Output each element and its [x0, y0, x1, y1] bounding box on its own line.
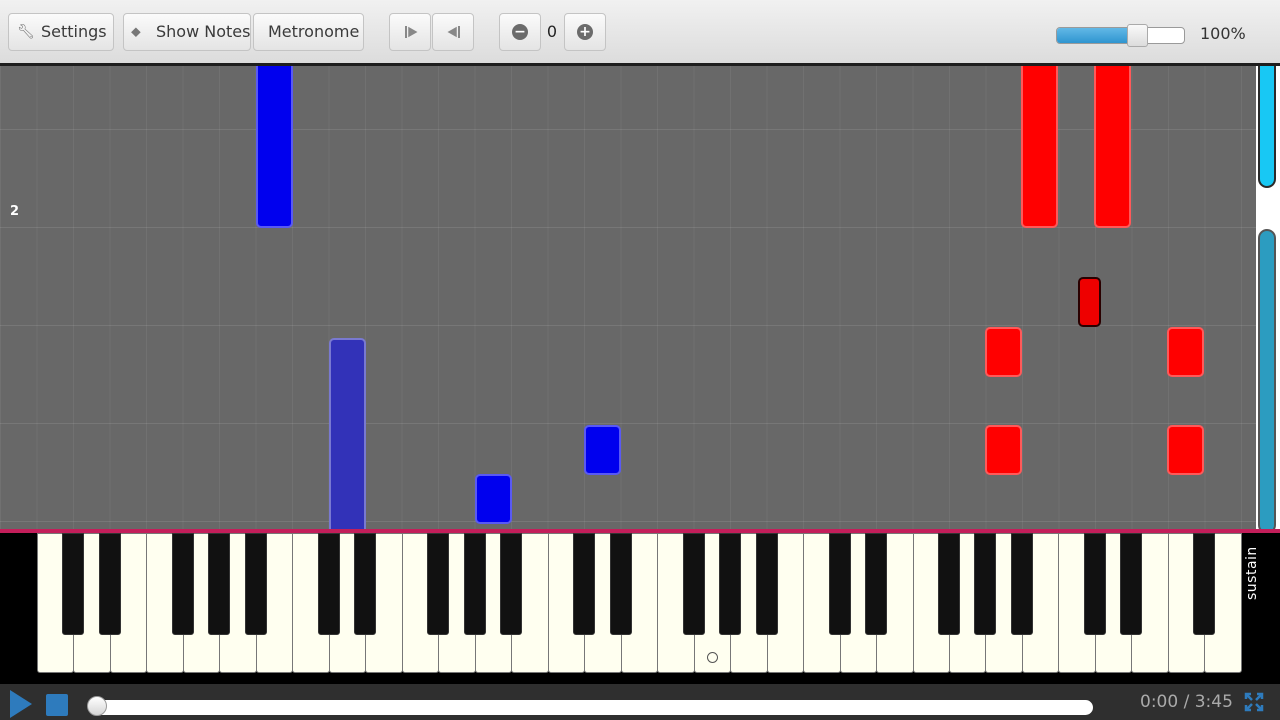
- black-key[interactable]: [828, 533, 851, 635]
- wrench-icon: 🔧︎: [17, 24, 35, 40]
- transpose-up-button[interactable]: +: [564, 13, 606, 51]
- black-key[interactable]: [463, 533, 486, 635]
- scrollbar-lower-segment[interactable]: [1258, 229, 1276, 534]
- black-key[interactable]: [98, 533, 121, 635]
- note-roll: 2: [0, 66, 1256, 531]
- right-hand-note: [1167, 425, 1204, 475]
- black-key[interactable]: [62, 533, 85, 635]
- skip-to-start-icon: [405, 26, 418, 38]
- black-key[interactable]: [427, 533, 450, 635]
- settings-button[interactable]: 🔧︎ Settings: [8, 13, 114, 51]
- right-hand-note: [1094, 66, 1131, 228]
- left-hand-note: [475, 474, 512, 524]
- black-key[interactable]: [500, 533, 523, 635]
- middle-c-marker: [707, 652, 718, 663]
- right-hand-note: [1078, 277, 1101, 327]
- time-display: 0:00 / 3:45: [1140, 692, 1233, 712]
- show-notes-button[interactable]: ⬥ Show Notes: [123, 13, 251, 51]
- black-key[interactable]: [208, 533, 231, 635]
- black-key[interactable]: [938, 533, 960, 635]
- measure-number: 2: [10, 204, 20, 219]
- left-hand-note: [584, 425, 621, 475]
- skip-to-end-icon: [447, 26, 460, 38]
- sustain-label[interactable]: sustain: [1244, 546, 1260, 600]
- metronome-label: Metronome: [268, 22, 360, 41]
- minus-circle-icon: −: [512, 24, 528, 40]
- plus-circle-icon: +: [577, 24, 593, 40]
- time-total: 3:45: [1194, 692, 1233, 712]
- black-key[interactable]: [354, 533, 377, 635]
- right-hand-note: [985, 327, 1022, 377]
- black-key[interactable]: [974, 533, 997, 635]
- black-key[interactable]: [1193, 533, 1216, 635]
- right-hand-note: [1167, 327, 1204, 377]
- piano-keys: [37, 533, 1242, 676]
- black-key[interactable]: [573, 533, 596, 635]
- rewind-button[interactable]: [389, 13, 431, 51]
- show-notes-label: Show Notes: [156, 22, 251, 41]
- stop-icon[interactable]: [46, 694, 68, 716]
- tag-icon: ⬥: [131, 24, 141, 40]
- left-hand-note: [329, 338, 366, 531]
- black-key[interactable]: [1120, 533, 1143, 635]
- settings-label: Settings: [41, 22, 107, 41]
- black-key[interactable]: [755, 533, 778, 635]
- roll-scrollbar[interactable]: [1256, 66, 1280, 534]
- speed-value: 100%: [1200, 24, 1246, 43]
- fullscreen-icon[interactable]: [1244, 692, 1264, 712]
- black-key[interactable]: [244, 533, 267, 635]
- transport-bar: 0:00 / 3:45: [0, 684, 1280, 720]
- black-key[interactable]: [719, 533, 742, 635]
- left-hand-note: [256, 66, 293, 228]
- black-key[interactable]: [1010, 533, 1033, 635]
- seek-bar[interactable]: [88, 700, 1093, 715]
- black-key[interactable]: [1083, 533, 1106, 635]
- time-current: 0:00: [1140, 692, 1179, 712]
- transpose-value: 0: [546, 22, 558, 41]
- forward-button[interactable]: [432, 13, 474, 51]
- top-toolbar: 🔧︎ Settings ⬥ Show Notes Metronome − 0 +…: [0, 0, 1280, 66]
- black-key[interactable]: [609, 533, 632, 635]
- right-hand-note: [985, 425, 1022, 475]
- black-key[interactable]: [865, 533, 888, 635]
- right-hand-note: [1021, 66, 1058, 228]
- speed-slider-thumb[interactable]: [1127, 24, 1149, 47]
- black-key[interactable]: [682, 533, 705, 635]
- speed-slider[interactable]: [1056, 27, 1185, 44]
- time-separator: /: [1183, 692, 1190, 712]
- speed-slider-fill: [1057, 28, 1139, 43]
- seek-thumb[interactable]: [87, 696, 107, 716]
- black-key[interactable]: [317, 533, 340, 635]
- black-key[interactable]: [171, 533, 194, 635]
- scrollbar-upper-segment[interactable]: [1258, 66, 1276, 188]
- play-icon[interactable]: [8, 688, 34, 720]
- transpose-down-button[interactable]: −: [499, 13, 541, 51]
- piano-keyboard: [0, 529, 1280, 684]
- metronome-button[interactable]: Metronome: [253, 13, 364, 51]
